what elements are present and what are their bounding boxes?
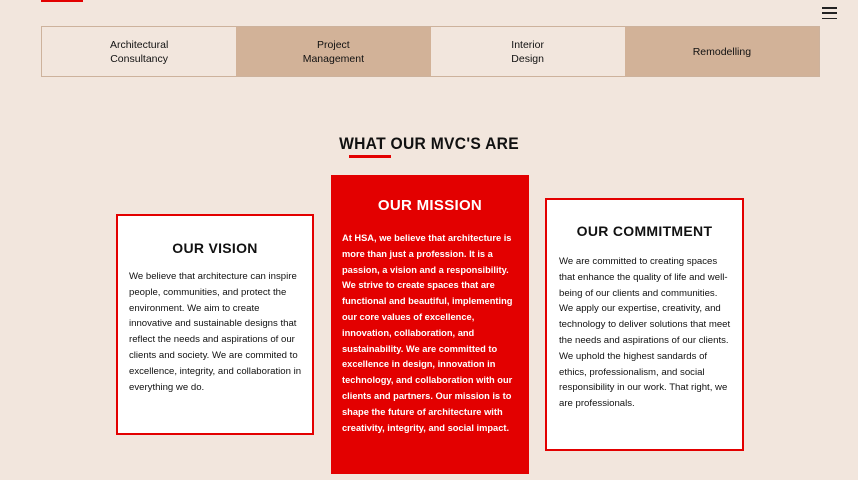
tab-project-management[interactable]: Project Management [236,27,431,76]
tab-remodelling[interactable]: Remodelling [624,27,819,76]
section-heading: WHAT OUR MVC'S ARE [339,134,519,153]
hamburger-menu-icon[interactable] [822,7,837,19]
commitment-body: We are committed to creating spaces that… [559,256,731,410]
menu-line [822,7,837,9]
vision-card: OUR VISION We believe that architecture … [116,214,314,435]
top-accent-bar [41,0,83,2]
commitment-card: OUR COMMITMENT We are committed to creat… [545,198,744,451]
mission-body: At HSA, we believe that architecture is … [342,233,513,433]
tab-interior-design[interactable]: Interior Design [430,27,625,76]
tab-architectural-consultancy[interactable]: Architectural Consultancy [42,27,237,76]
menu-line [822,17,837,19]
vision-body: We believe that architecture can inspire… [129,271,302,393]
heading-underline [349,155,391,158]
mission-title: OUR MISSION [377,197,483,214]
vision-title: OUR VISION [172,240,258,256]
commitment-title: OUR COMMITMENT [576,223,713,239]
menu-line [822,12,837,14]
mission-card: OUR MISSION At HSA, we believe that arch… [331,175,529,474]
services-tabs: Architectural Consultancy Project Manage… [41,26,820,77]
